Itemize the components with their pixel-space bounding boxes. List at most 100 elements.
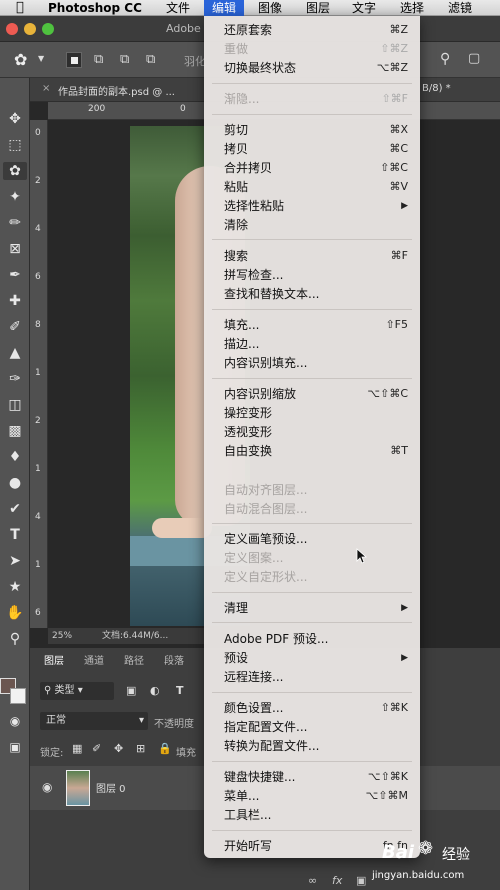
tab-paths[interactable]: 路径 — [124, 652, 144, 667]
gradient-tool-icon[interactable]: ▩ — [3, 422, 27, 440]
menu-item-check-spelling[interactable]: 拼写检查... — [224, 267, 283, 283]
menu-item-adobe-pdf-presets[interactable]: Adobe PDF 预设... — [224, 631, 328, 647]
menu-file[interactable]: 文件 — [166, 0, 190, 16]
menu-item-copy[interactable]: 拷贝 — [224, 141, 248, 157]
menu-item-convert-to-profile[interactable]: 转换为配置文件... — [224, 738, 319, 754]
lock-transparent-icon[interactable]: ▦ — [72, 742, 82, 755]
blend-mode-select[interactable]: 正常 ▾ — [40, 712, 148, 730]
eraser-tool-icon[interactable]: ◫ — [3, 396, 27, 414]
menu-item-color-settings[interactable]: 颜色设置... — [224, 700, 283, 716]
filter-type-icon[interactable]: T — [176, 684, 184, 697]
tab-channels[interactable]: 通道 — [84, 652, 104, 667]
menu-item-fill[interactable]: 填充... — [224, 317, 259, 333]
document-tab[interactable]: 作品封面的副本.psd @ ... — [58, 83, 175, 98]
screen-mode-icon[interactable]: ▣ — [3, 738, 27, 756]
close-tab-icon[interactable]: × — [42, 83, 50, 94]
hand-tool-icon[interactable]: ✋ — [3, 604, 27, 622]
add-selection-button[interactable]: ⧉ — [94, 52, 103, 67]
chevron-down-icon[interactable]: ▼ — [38, 54, 44, 63]
menu-select[interactable]: 选择 — [400, 0, 424, 16]
healing-brush-tool-icon[interactable]: ✚ — [3, 292, 27, 310]
menu-item-redo: 重做 — [224, 42, 249, 56]
menu-item-paste[interactable]: 粘贴 — [224, 179, 248, 195]
shape-tool-icon[interactable]: ★ — [3, 578, 27, 596]
tab-layers[interactable]: 图层 — [44, 652, 64, 667]
intersect-selection-button[interactable]: ⧉ — [146, 52, 155, 67]
menu-layer[interactable]: 图层 — [306, 0, 330, 16]
workspace-icon[interactable]: ▢ — [468, 51, 480, 66]
menu-item-assign-profile[interactable]: 指定配置文件... — [224, 719, 307, 735]
frame-tool-icon[interactable]: ⊠ — [3, 240, 27, 258]
quick-select-tool-icon[interactable]: ✦ — [3, 188, 27, 206]
menu-item-presets[interactable]: 预设 — [224, 650, 248, 666]
menu-item-keyboard-shortcuts[interactable]: 键盘快捷键... — [224, 769, 295, 785]
menu-item-toggle-last-state[interactable]: 切换最终状态 — [224, 60, 296, 76]
menu-item-undo-lasso[interactable]: 还原套索 — [224, 22, 272, 38]
menu-item-menus[interactable]: 菜单... — [224, 788, 259, 804]
menu-item-start-dictation[interactable]: 开始听写 — [224, 838, 272, 854]
menu-item-purge[interactable]: 清理 — [224, 600, 248, 616]
layer-filter-select[interactable]: ⚲ 类型 ▾ — [40, 682, 114, 700]
minimize-window-button[interactable] — [24, 23, 36, 35]
eyedropper-tool-icon[interactable]: ✒ — [3, 266, 27, 284]
marquee-tool-icon[interactable]: ⬚ — [3, 136, 27, 154]
menu-item-perspective-warp[interactable]: 透视变形 — [224, 424, 272, 440]
menu-item-stroke[interactable]: 描边... — [224, 336, 259, 352]
menu-item-content-aware-scale[interactable]: 内容识别缩放 — [224, 386, 296, 402]
zoom-window-button[interactable] — [42, 23, 54, 35]
history-brush-tool-icon[interactable]: ✑ — [3, 370, 27, 388]
dodge-tool-icon[interactable]: ● — [3, 474, 27, 492]
layer-name[interactable]: 图层 0 — [96, 780, 126, 795]
lock-image-icon[interactable]: ✐ — [92, 742, 101, 755]
apple-icon[interactable]:  — [16, 0, 24, 16]
lock-all-icon[interactable]: 🔒 — [158, 742, 172, 755]
type-tool-icon[interactable]: T — [3, 526, 27, 544]
menu-item-toolbar[interactable]: 工具栏... — [224, 807, 271, 823]
menu-item-puppet-warp[interactable]: 操控变形 — [224, 405, 272, 421]
menu-item-clear[interactable]: 清除 — [224, 217, 248, 233]
blur-tool-icon[interactable]: ♦ — [3, 448, 27, 466]
visibility-eye-icon[interactable]: ◉ — [42, 780, 52, 794]
crop-tool-icon[interactable]: ✏ — [3, 214, 27, 232]
filter-adjustment-icon[interactable]: ◐ — [150, 684, 160, 697]
move-tool-icon[interactable]: ✥ — [3, 110, 27, 128]
menu-item-search[interactable]: 搜索 — [224, 248, 248, 264]
shortcut: ⌥⇧⌘C — [367, 387, 408, 400]
menu-filter[interactable]: 滤镜 — [448, 0, 472, 16]
close-window-button[interactable] — [6, 23, 18, 35]
new-selection-button[interactable] — [66, 52, 82, 68]
add-mask-icon[interactable]: ▣ — [356, 874, 366, 887]
lasso-tool-icon[interactable]: ✿ — [3, 162, 27, 180]
zoom-tool-icon[interactable]: ⚲ — [3, 630, 27, 648]
window-title: Adobe — [166, 22, 201, 35]
menu-item-content-aware-fill[interactable]: 内容识别填充... — [224, 355, 307, 371]
quick-mask-icon[interactable]: ◉ — [3, 712, 27, 730]
menu-type[interactable]: 文字 — [352, 0, 376, 16]
search-icon[interactable]: ⚲ — [440, 51, 450, 67]
menu-item-cut[interactable]: 剪切 — [224, 122, 248, 138]
brush-tool-icon[interactable]: ✐ — [3, 318, 27, 336]
path-select-tool-icon[interactable]: ➤ — [3, 552, 27, 570]
filter-pixel-icon[interactable]: ▣ — [126, 684, 136, 697]
menu-item-copy-merged[interactable]: 合并拷贝 — [224, 160, 272, 176]
background-color-swatch[interactable] — [10, 688, 26, 704]
pen-tool-icon[interactable]: ✔ — [3, 500, 27, 518]
clone-stamp-tool-icon[interactable]: ▲ — [3, 344, 27, 362]
menu-image[interactable]: 图像 — [258, 0, 282, 16]
lasso-icon[interactable]: ✿ — [14, 50, 27, 69]
lock-artboard-icon[interactable]: ⊞ — [136, 742, 145, 755]
fx-icon[interactable]: fx — [332, 874, 342, 887]
link-layers-icon[interactable]: ∞ — [308, 874, 317, 887]
menu-item-define-brush-preset[interactable]: 定义画笔预设... — [224, 531, 307, 547]
menu-edit[interactable]: 编辑 — [204, 0, 245, 16]
menu-item-find-replace-text[interactable]: 查找和替换文本... — [224, 286, 319, 302]
menu-item-free-transform[interactable]: 自由变换 — [224, 443, 272, 459]
subtract-selection-button[interactable]: ⧉ — [120, 52, 129, 67]
menu-item-remote-connections[interactable]: 远程连接... — [224, 669, 283, 685]
lock-position-icon[interactable]: ✥ — [114, 742, 123, 755]
menu-item-paste-special[interactable]: 选择性粘贴 — [224, 198, 284, 214]
menu-app[interactable]: Photoshop CC — [48, 0, 142, 16]
tab-paragraph[interactable]: 段落 — [164, 652, 184, 667]
zoom-level[interactable]: 25% — [52, 628, 72, 644]
opacity-label: 不透明度 — [154, 719, 194, 730]
